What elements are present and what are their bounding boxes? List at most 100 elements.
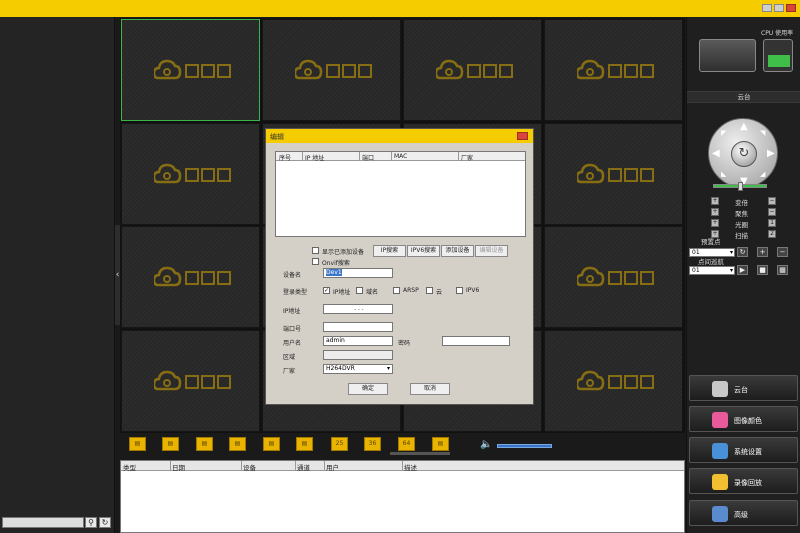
device-list-column-header[interactable]: 厂家 <box>461 153 473 162</box>
close-icon[interactable] <box>517 132 528 140</box>
username-field[interactable]: admin <box>323 336 393 346</box>
video-cell[interactable] <box>544 19 683 121</box>
layout-9-button[interactable]: ▤ <box>229 437 246 451</box>
ptz-speed-thumb[interactable] <box>738 182 743 191</box>
ip-address-field[interactable]: . . . <box>323 304 393 314</box>
layout-64-button[interactable]: 64 <box>398 437 415 451</box>
device-list-column-header[interactable]: IP 地址 <box>305 153 324 162</box>
login-type-checkbox[interactable] <box>356 287 363 294</box>
login-type-checkbox[interactable] <box>426 287 433 294</box>
ip-search-button[interactable]: IP搜索 <box>373 245 406 257</box>
fullscreen-button[interactable]: ▤ <box>432 437 449 451</box>
side-button-ptz[interactable]: 云台 <box>689 375 798 401</box>
close-icon[interactable] <box>786 4 796 12</box>
side-button-settings[interactable]: 系统设置 <box>689 437 798 463</box>
password-field[interactable] <box>442 336 510 346</box>
ok-button[interactable]: 确定 <box>348 383 388 395</box>
focus-decrease-button[interactable]: − <box>768 208 776 216</box>
window-controls <box>762 4 796 12</box>
preset-add-icon[interactable]: + <box>757 247 768 257</box>
login-type-checkbox[interactable] <box>456 287 463 294</box>
layout-36-button[interactable]: 36 <box>364 437 381 451</box>
arrow-up-right-icon[interactable]: ◥ <box>760 129 765 137</box>
preset-remove-icon[interactable]: − <box>777 247 788 257</box>
iris-decrease-button[interactable]: 1 <box>768 219 776 227</box>
layout-16-button[interactable]: ▤ <box>296 437 313 451</box>
layout-1plus7-button[interactable]: ▤ <box>263 437 280 451</box>
video-cell[interactable] <box>544 329 683 432</box>
ptz-speed-slider[interactable] <box>713 182 767 191</box>
device-search-input[interactable] <box>2 517 84 528</box>
watermark-logo-icon <box>154 370 231 390</box>
watermark-logo-icon <box>295 59 372 80</box>
volume-slider[interactable] <box>497 444 552 448</box>
layout-4-button[interactable]: ▤ <box>162 437 179 451</box>
layout-1-button[interactable]: ▤ <box>129 437 146 451</box>
ptz-direction-pad[interactable]: ▲ ▼ ◀ ▶ ◤ ◥ ◣ ◢ ↻ <box>708 118 778 188</box>
cruise-play-icon[interactable]: ▶ <box>737 265 748 275</box>
maximize-icon[interactable] <box>774 4 784 12</box>
chevron-down-icon: ▾ <box>729 267 733 274</box>
log-column-header[interactable]: 设备 <box>243 462 256 472</box>
login-type-checkbox[interactable] <box>393 287 400 294</box>
layout-1plus5-button[interactable]: ▤ <box>196 437 213 451</box>
video-cell[interactable] <box>121 329 260 432</box>
zoom-decrease-button[interactable]: − <box>768 197 776 205</box>
layout-25-button[interactable]: 25 <box>331 437 348 451</box>
video-cell[interactable] <box>121 122 260 225</box>
scan-decrease-button[interactable]: 2 <box>768 230 776 238</box>
log-column-header[interactable]: 通道 <box>297 462 310 472</box>
log-column-header[interactable]: 用户 <box>326 462 339 472</box>
cruise-stop-icon[interactable]: ■ <box>757 265 768 275</box>
video-cell[interactable] <box>121 19 260 121</box>
video-cell[interactable] <box>544 226 683 328</box>
arrow-down-right-icon[interactable]: ◢ <box>760 170 765 178</box>
onvif-checkbox[interactable] <box>312 258 319 265</box>
video-cell[interactable] <box>403 19 542 121</box>
vendor-select[interactable]: H264DVR ▾ <box>323 364 393 374</box>
ipv6-search-button[interactable]: IPV6搜索 <box>407 245 440 257</box>
device-list-column-header[interactable]: 序号 <box>279 153 291 162</box>
ptz-section-title: 云台 <box>687 91 800 103</box>
arrow-up-icon[interactable]: ▲ <box>740 121 748 132</box>
edit-device-button[interactable]: 编辑设备 <box>475 245 508 257</box>
preset-call-icon[interactable]: ↻ <box>737 247 748 257</box>
side-button-playback[interactable]: 录像回放 <box>689 468 798 494</box>
video-cell[interactable] <box>262 19 401 121</box>
zoom-increase-button[interactable]: + <box>711 197 719 205</box>
device-list-column-header[interactable]: MAC <box>394 153 407 160</box>
video-cell[interactable] <box>544 122 683 225</box>
arrow-right-icon[interactable]: ▶ <box>767 148 775 159</box>
side-button-advanced[interactable]: 高级 <box>689 500 798 526</box>
login-type-checkbox[interactable]: ✓ <box>323 287 330 294</box>
side-button-color[interactable]: 图像颜色 <box>689 406 798 432</box>
minimize-icon[interactable] <box>762 4 772 12</box>
cancel-button[interactable]: 取消 <box>410 383 450 395</box>
device-name-field[interactable]: Dev1 <box>323 268 393 278</box>
iris-increase-button[interactable]: + <box>711 219 719 227</box>
show-added-checkbox[interactable] <box>312 247 319 254</box>
search-icon[interactable]: ⚲ <box>85 517 97 528</box>
ptz-center-reset-icon[interactable]: ↻ <box>731 141 757 167</box>
region-field[interactable] <box>323 350 393 360</box>
ptz-row-focus: + 聚焦 − <box>711 208 781 218</box>
video-cell[interactable] <box>121 226 260 328</box>
cruise-select[interactable]: 01 ▾ <box>689 266 735 275</box>
focus-increase-button[interactable]: + <box>711 208 719 216</box>
vendor-label: 厂家 <box>283 368 296 375</box>
port-field[interactable] <box>323 322 393 332</box>
refresh-icon[interactable]: ↻ <box>99 517 111 528</box>
log-column-header[interactable]: 描述 <box>404 462 417 472</box>
log-collapse-handle[interactable] <box>390 452 450 455</box>
cruise-grid-icon[interactable]: ▦ <box>777 265 788 275</box>
device-search-list[interactable]: 序号 IP 地址 端口 MAC 厂家 <box>275 151 526 237</box>
log-column-header[interactable]: 类型 <box>123 462 136 472</box>
arrow-left-icon[interactable]: ◀ <box>712 148 720 159</box>
add-device-button[interactable]: 添加设备 <box>441 245 474 257</box>
log-column-header[interactable]: 日期 <box>172 462 185 472</box>
arrow-up-left-icon[interactable]: ◤ <box>721 129 726 137</box>
watermark-logo-icon <box>154 163 231 183</box>
arrow-down-left-icon[interactable]: ◣ <box>721 170 726 178</box>
device-list-column-header[interactable]: 端口 <box>362 153 374 162</box>
volume-icon[interactable]: 🔈 <box>480 439 492 450</box>
